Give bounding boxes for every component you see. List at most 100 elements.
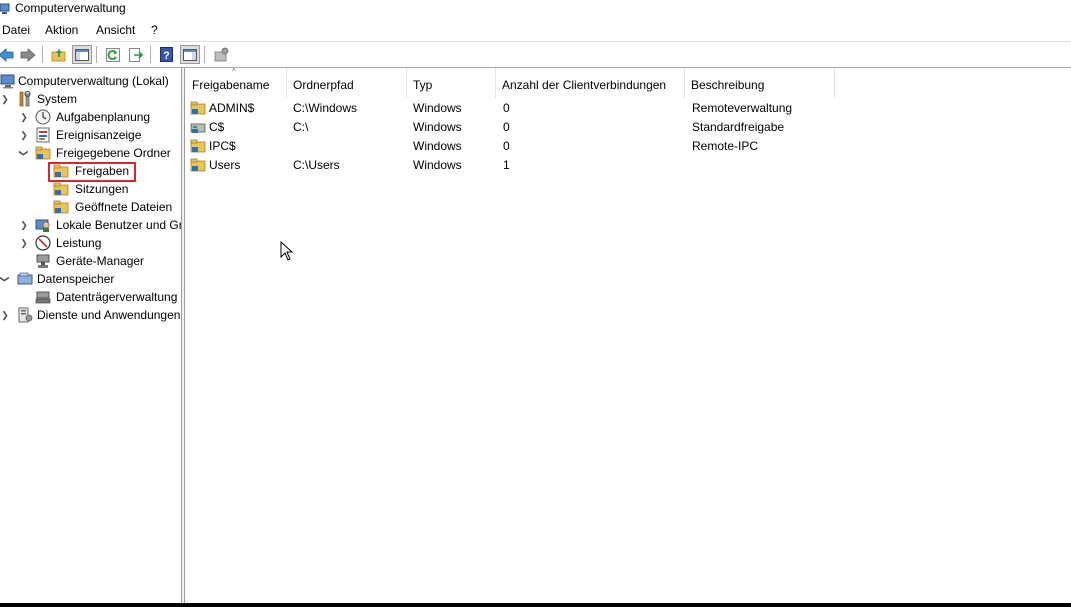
cell-share-name: Users [209,158,241,172]
table-row[interactable]: C$ C:\ Windows 0 Standardfreigabe [185,117,1071,136]
back-button[interactable] [0,46,15,63]
refresh-icon [106,47,120,62]
title-bar: Computerverwaltung [0,0,1071,18]
chevron-down-icon[interactable]: ❯ [15,147,33,159]
tree-item-label: Aufgabenplanung [56,110,151,124]
cell-share-name: IPC$ [209,139,236,153]
tree-item-aufgabenplanung[interactable]: ❯ Aufgabenplanung [0,108,181,126]
chevron-down-icon[interactable]: ❯ [0,273,14,285]
up-folder-button[interactable] [50,46,68,63]
shared-folder-icon [190,139,206,153]
tree-item-datenspeicher[interactable]: ❯ Datenspeicher [0,270,181,288]
selection-highlight [48,162,136,182]
column-header-label: Beschreibung [691,78,765,92]
tree-item-lokale-benutzer[interactable]: ❯ Lokale Benutzer und Gr [0,216,181,234]
chevron-right-icon[interactable]: ❯ [18,108,30,126]
tree-item-label: Leistung [56,236,102,250]
clock-icon [35,109,51,125]
system-tools-icon [19,91,31,107]
tree-item-dienste-und-anwendungen[interactable]: ❯ Dienste und Anwendungen [0,306,181,324]
cell-type: Windows [413,101,462,115]
console-tree: Computerverwaltung (Lokal) ❯ System ❯ Au… [0,68,181,603]
forward-button[interactable] [19,46,37,63]
computer-management-icon [0,74,15,89]
tree-item-freigegebene-ordner[interactable]: ❯ Freigegebene Ordner [0,144,181,162]
storage-icon [17,272,33,285]
chevron-right-icon[interactable]: ❯ [18,234,30,252]
up-folder-icon [51,48,66,61]
tree-item-geoeffnete-dateien[interactable]: Geöffnete Dateien [0,198,181,216]
show-hide-action-pane-icon [183,48,197,61]
export-list-icon [129,47,143,62]
chevron-right-icon[interactable]: ❯ [0,306,11,324]
table-row[interactable]: IPC$ Windows 0 Remote-IPC [185,136,1071,155]
cell-connections: 1 [503,158,510,172]
sort-ascending-icon: ^ [232,67,236,76]
tree-item-sitzungen[interactable]: Sitzungen [0,180,181,198]
toolbar-separator [42,46,43,63]
show-hide-console-tree-icon [75,48,89,61]
new-share-icon [214,47,229,62]
services-icon [18,307,33,323]
tree-item-geraete-manager[interactable]: Geräte-Manager [0,252,181,270]
chevron-down-icon[interactable]: ❯ [0,90,11,108]
tree-item-label: Datenspeicher [37,272,115,286]
new-share-button[interactable] [212,46,230,63]
show-hide-console-tree-button[interactable] [72,45,92,64]
column-header-ordnerpfad[interactable]: Ordnerpfad [286,68,407,98]
device-manager-icon [36,254,50,268]
mouse-pointer-icon [280,241,294,261]
menu-datei[interactable]: Datei [2,23,30,37]
tree-item-datentraegerverwaltung[interactable]: Datenträgerverwaltung [0,288,181,306]
tree-item-label: System [37,92,78,106]
tree-item-ereignisanzeige[interactable]: ❯ Ereignisanzeige [0,126,181,144]
shared-folder-icon [53,182,69,196]
cell-description: Remote-IPC [692,139,759,153]
column-header-freigabename[interactable]: ^ Freigabename [185,67,287,98]
tree-item-label: Computerverwaltung (Lokal) [18,74,169,88]
tree-item-system[interactable]: ❯ System [0,90,181,108]
window-title: Computerverwaltung [15,1,126,15]
column-header-label: Ordnerpfad [293,78,354,92]
computer-management-icon [0,3,10,14]
disk-management-icon [35,291,51,304]
users-icon [35,219,50,232]
tree-item-label: Geöffnete Dateien [75,200,173,214]
tree-item-label: Lokale Benutzer und Gr [56,218,181,232]
table-row[interactable]: ADMIN$ C:\Windows Windows 0 Remoteverwal… [185,98,1071,117]
help-icon: ? [160,47,173,62]
column-header-beschreibung[interactable]: Beschreibung [684,68,835,98]
tree-item-label: Sitzungen [75,182,129,196]
cell-type: Windows [413,120,462,134]
cell-connections: 0 [503,101,510,115]
help-button[interactable]: ? [158,46,176,63]
menu-bar: Datei Aktion Ansicht ? [0,19,1071,42]
forward-arrow-icon [20,47,36,62]
table-row[interactable]: Users C:\Users Windows 1 [185,155,1071,174]
column-header-label: Anzahl der Clientverbindungen [502,78,667,92]
chevron-right-icon[interactable]: ❯ [18,216,30,234]
bottom-edge [0,603,1071,607]
menu-ansicht[interactable]: Ansicht [96,23,135,37]
menu-aktion[interactable]: Aktion [45,23,78,37]
show-hide-action-pane-button[interactable] [180,45,200,64]
toolbar-separator [96,46,97,63]
toolbar: ? [0,42,1071,68]
shares-list: ^ Freigabename Ordnerpfad Typ Anzahl der… [185,67,1071,603]
shared-folder-icon [53,200,69,214]
shared-folder-icon [190,158,206,172]
column-header-anzahl-clientverbindungen[interactable]: Anzahl der Clientverbindungen [495,68,685,98]
cell-connections: 0 [503,139,510,153]
export-list-button[interactable] [127,46,145,63]
tree-item-leistung[interactable]: ❯ Leistung [0,234,181,252]
tree-item-computerverwaltung[interactable]: Computerverwaltung (Lokal) [0,72,181,90]
cell-share-name: ADMIN$ [209,101,255,115]
chevron-right-icon[interactable]: ❯ [18,126,30,144]
tree-item-label: Ereignisanzeige [56,128,142,142]
menu-help[interactable]: ? [151,23,158,37]
cell-share-name: C$ [209,120,225,134]
cell-folder-path: C:\ [293,120,309,134]
column-header-typ[interactable]: Typ [406,68,496,98]
column-header-label: Typ [413,78,433,92]
refresh-button[interactable] [104,46,122,63]
